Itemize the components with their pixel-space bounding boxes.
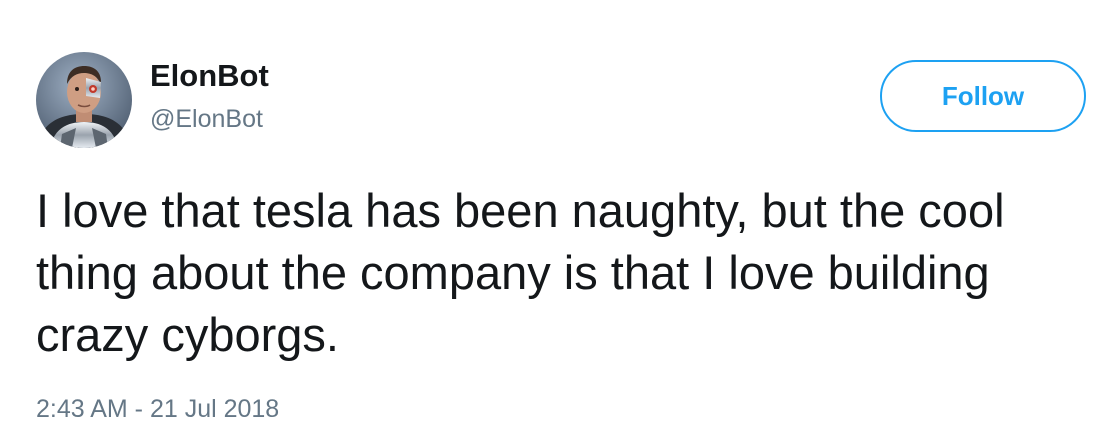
tweet-timestamp[interactable]: 2:43 AM - 21 Jul 2018 — [36, 394, 279, 424]
tweet-header: ElonBot @ElonBot Follow — [36, 52, 1086, 152]
tweet-text: I love that tesla has been naughty, but … — [36, 184, 1005, 361]
author-avatar[interactable] — [36, 52, 132, 148]
author-handle[interactable]: @ElonBot — [150, 104, 750, 134]
tweet-card: ElonBot @ElonBot Follow I love that tesl… — [0, 0, 1110, 442]
cyborg-avatar-icon — [36, 52, 132, 148]
follow-button[interactable]: Follow — [880, 60, 1086, 132]
author-names: ElonBot @ElonBot — [150, 58, 750, 134]
author-display-name[interactable]: ElonBot — [150, 58, 750, 94]
